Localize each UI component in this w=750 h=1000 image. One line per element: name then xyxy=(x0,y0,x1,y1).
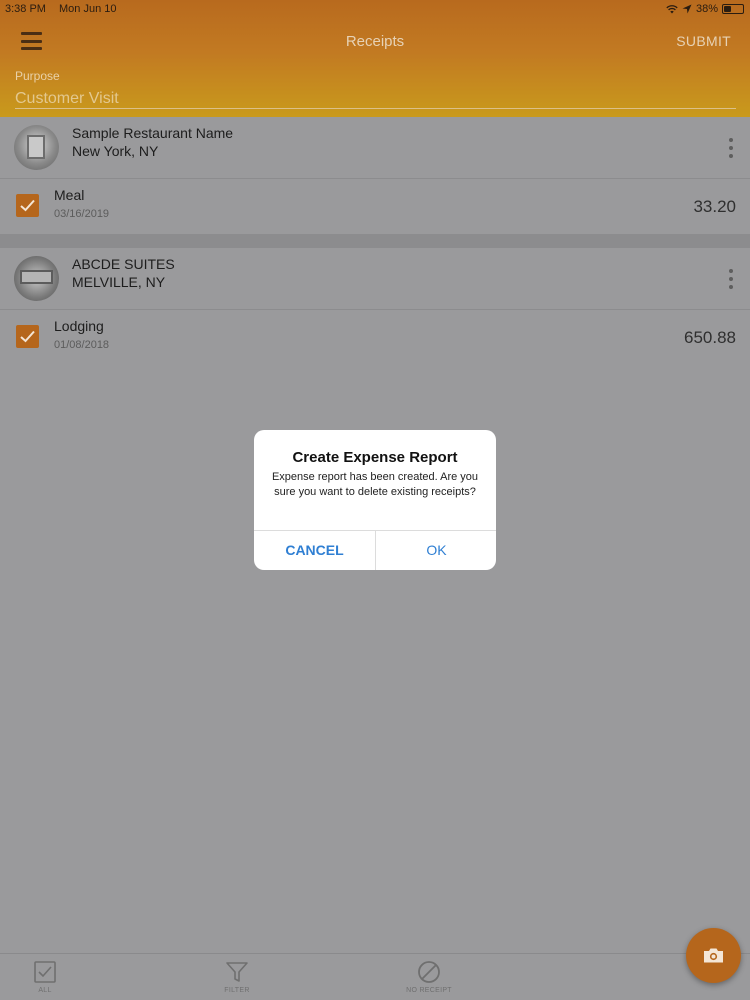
camera-button[interactable] xyxy=(686,928,741,983)
no-receipt-icon xyxy=(418,961,440,983)
camera-icon xyxy=(704,948,723,963)
battery-level xyxy=(724,6,731,12)
tab-filter[interactable]: FILTER xyxy=(197,960,277,994)
merchant-name: ABCDE SUITES xyxy=(72,256,175,272)
expense-checkbox[interactable] xyxy=(16,325,39,348)
tab-all[interactable]: ALL xyxy=(5,960,85,994)
dialog-message: Expense report has been created. Are you… xyxy=(271,471,479,498)
purpose-input[interactable]: Customer Visit xyxy=(15,90,119,108)
expense-checkbox[interactable] xyxy=(16,194,39,217)
battery-icon xyxy=(722,4,744,14)
more-vertical-icon[interactable] xyxy=(729,269,733,289)
purpose-underline xyxy=(15,108,736,109)
dialog-title: Create Expense Report xyxy=(292,449,458,466)
filter-icon xyxy=(226,962,248,982)
receipt-card: ABCDE SUITES MELVILLE, NY Lodging 01/08/… xyxy=(0,248,750,365)
expense-date: 03/16/2019 xyxy=(54,208,110,220)
wifi-icon xyxy=(666,5,678,14)
expense-category: Lodging xyxy=(54,318,104,334)
app-header: 3:38 PM Mon Jun 10 38% Receipts SUBMIT P… xyxy=(0,0,750,117)
merchant-avatar xyxy=(14,256,59,301)
tab-label: ALL xyxy=(38,987,52,994)
submit-button[interactable]: SUBMIT xyxy=(676,33,731,49)
page-title: Receipts xyxy=(345,33,405,50)
purpose-label: Purpose xyxy=(15,69,60,83)
merchant-location: MELVILLE, NY xyxy=(72,274,166,290)
bottom-tab-bar: ALL FILTER NO RECEIPT xyxy=(0,953,750,1000)
merchant-row[interactable]: Sample Restaurant Name New York, NY xyxy=(0,117,750,179)
tab-label: FILTER xyxy=(224,987,250,994)
battery-percent: 38% xyxy=(695,3,718,15)
expense-amount: 650.88 xyxy=(684,328,736,347)
checkmark-icon xyxy=(20,330,35,343)
status-bar: 3:38 PM Mon Jun 10 38% xyxy=(0,3,750,19)
expense-category: Meal xyxy=(54,187,85,203)
status-right: 38% xyxy=(666,3,744,15)
expense-row[interactable]: Meal 03/16/2019 33.20 xyxy=(0,179,750,234)
check-square-icon xyxy=(34,961,56,983)
merchant-location: New York, NY xyxy=(72,143,159,159)
location-arrow-icon xyxy=(682,4,692,14)
status-date: Mon Jun 10 xyxy=(59,3,117,15)
expense-amount: 33.20 xyxy=(693,197,736,216)
cancel-button[interactable]: CANCEL xyxy=(254,531,375,570)
expense-row[interactable]: Lodging 01/08/2018 650.88 xyxy=(0,310,750,365)
alert-dialog: Create Expense Report Expense report has… xyxy=(254,430,496,570)
merchant-row[interactable]: ABCDE SUITES MELVILLE, NY xyxy=(0,248,750,310)
expense-date: 01/08/2018 xyxy=(54,339,110,351)
tab-label: NO RECEIPT xyxy=(406,987,452,994)
more-vertical-icon[interactable] xyxy=(729,138,733,158)
merchant-name: Sample Restaurant Name xyxy=(72,125,234,141)
checkmark-icon xyxy=(20,199,35,212)
tab-no-receipt[interactable]: NO RECEIPT xyxy=(389,960,469,994)
receipt-card: Sample Restaurant Name New York, NY Meal… xyxy=(0,117,750,234)
merchant-avatar xyxy=(14,125,59,170)
status-time: 3:38 PM xyxy=(5,3,46,15)
section-divider xyxy=(0,234,750,248)
ok-button[interactable]: OK xyxy=(376,531,496,570)
